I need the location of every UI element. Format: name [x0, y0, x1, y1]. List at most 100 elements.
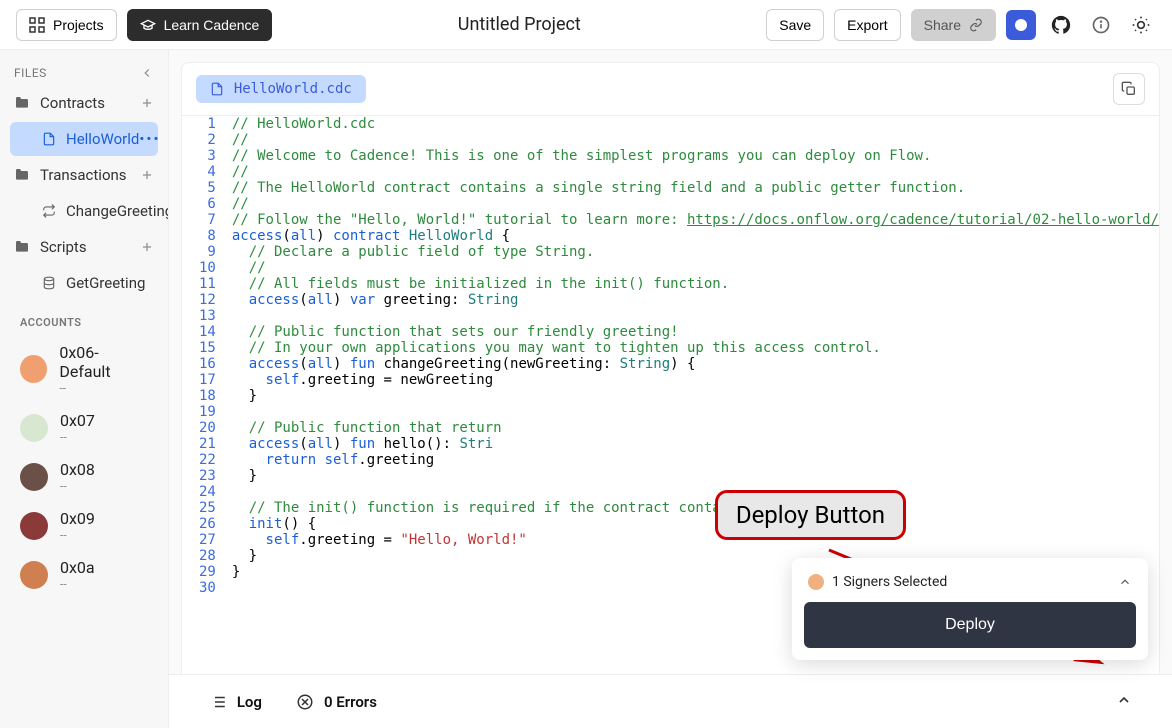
code-text: // In your own applications you may want…	[226, 340, 881, 356]
account-id: 0x0a	[60, 558, 95, 577]
code-text: access(all) fun hello(): Stri	[226, 436, 493, 452]
topbar: Projects Learn Cadence Untitled Project …	[0, 0, 1172, 50]
learn-cadence-button[interactable]: Learn Cadence	[127, 9, 273, 41]
line-number: 13	[182, 308, 226, 324]
folder-icon	[14, 95, 30, 111]
account-id: 0x09	[60, 509, 95, 528]
plus-icon[interactable]	[140, 240, 154, 254]
more-icon[interactable]: •••	[139, 130, 160, 148]
plus-icon[interactable]	[140, 96, 154, 110]
code-text: // Welcome to Cadence! This is one of th…	[226, 148, 932, 164]
line-number: 22	[182, 452, 226, 468]
line-number: 28	[182, 548, 226, 564]
graduation-cap-icon	[140, 17, 156, 33]
avatar	[20, 512, 48, 540]
code-text: //	[226, 196, 249, 212]
account-sub: --	[60, 577, 95, 591]
expand-panel[interactable]	[1116, 692, 1132, 712]
callout-annotation: Deploy Button	[715, 490, 906, 540]
line-number: 19	[182, 404, 226, 420]
github-icon[interactable]	[1046, 10, 1076, 40]
info-icon[interactable]	[1086, 10, 1116, 40]
account-row[interactable]: 0x07 --	[0, 403, 168, 452]
file-helloworld[interactable]: HelloWorld •••	[10, 122, 158, 156]
code-text: // HelloWorld.cdc	[226, 116, 375, 132]
account-sub: --	[60, 479, 95, 493]
account-row[interactable]: 0x0a --	[0, 550, 168, 599]
chevron-up-icon[interactable]	[1118, 575, 1132, 589]
line-number: 1	[182, 116, 226, 132]
code-text: init() {	[226, 516, 316, 532]
account-row[interactable]: 0x09 --	[0, 501, 168, 550]
sidebar: FILES Contracts HelloWorld ••• Transacti…	[0, 50, 169, 728]
line-number: 11	[182, 276, 226, 292]
code-text: }	[226, 388, 257, 404]
code-text	[226, 580, 232, 596]
learn-label: Learn Cadence	[164, 17, 260, 33]
export-button[interactable]: Export	[834, 9, 900, 41]
tab-helloworld[interactable]: HelloWorld.cdc	[196, 75, 366, 103]
code-text: self.greeting = "Hello, World!"	[226, 532, 527, 548]
account-sub: --	[59, 381, 147, 395]
account-id: 0x08	[60, 460, 95, 479]
deploy-button[interactable]: Deploy	[804, 602, 1136, 648]
account-id: 0x07	[60, 411, 95, 430]
line-number: 5	[182, 180, 226, 196]
files-header: FILES	[0, 60, 168, 86]
project-title: Untitled Project	[282, 14, 756, 35]
tabs-bar: HelloWorld.cdc	[181, 62, 1160, 116]
errors-tab[interactable]: 0 Errors	[296, 693, 377, 711]
swap-icon	[42, 204, 56, 218]
line-number: 12	[182, 292, 226, 308]
file-icon	[42, 132, 56, 146]
code-text: // Declare a public field of type String…	[226, 244, 594, 260]
folder-transactions[interactable]: Transactions	[0, 158, 168, 192]
line-number: 18	[182, 388, 226, 404]
deploy-panel: 1 Signers Selected Deploy	[792, 558, 1148, 660]
file-getgreeting[interactable]: GetGreeting	[10, 266, 158, 300]
line-number: 16	[182, 356, 226, 372]
share-button[interactable]: Share	[911, 9, 996, 41]
account-sub: --	[60, 430, 95, 444]
accounts-header: ACCOUNTS	[0, 302, 168, 335]
theme-toggle-icon[interactable]	[1126, 10, 1156, 40]
folder-scripts[interactable]: Scripts	[0, 230, 168, 264]
link-icon	[969, 18, 983, 32]
code-text: }	[226, 548, 257, 564]
collapse-icon[interactable]	[140, 66, 154, 80]
projects-button[interactable]: Projects	[16, 9, 117, 41]
code-text: access(all) var greeting: String	[226, 292, 519, 308]
line-number: 21	[182, 436, 226, 452]
line-number: 9	[182, 244, 226, 260]
account-row[interactable]: 0x06-Default --	[0, 335, 168, 403]
log-tab[interactable]: Log	[209, 693, 262, 711]
line-number: 4	[182, 164, 226, 180]
avatar	[20, 561, 48, 589]
line-number: 23	[182, 468, 226, 484]
line-number: 26	[182, 516, 226, 532]
avatar	[20, 463, 48, 491]
line-number: 29	[182, 564, 226, 580]
code-text: access(all) contract HelloWorld {	[226, 228, 510, 244]
database-icon	[42, 276, 56, 290]
folder-icon	[14, 239, 30, 255]
save-button[interactable]: Save	[766, 9, 824, 41]
line-number: 8	[182, 228, 226, 244]
line-number: 3	[182, 148, 226, 164]
plus-icon[interactable]	[140, 168, 154, 182]
copy-button[interactable]	[1113, 73, 1145, 105]
file-changegreeting[interactable]: ChangeGreeting	[10, 194, 158, 228]
grid-icon	[29, 17, 45, 33]
line-number: 14	[182, 324, 226, 340]
code-text: }	[226, 468, 257, 484]
account-row[interactable]: 0x08 --	[0, 452, 168, 501]
code-text: // The HelloWorld contract contains a si…	[226, 180, 965, 196]
line-number: 2	[182, 132, 226, 148]
code-text	[226, 484, 232, 500]
avatar-icon	[808, 574, 824, 590]
list-icon	[209, 693, 227, 711]
line-number: 17	[182, 372, 226, 388]
flow-logo-icon[interactable]	[1006, 10, 1036, 40]
account-id: 0x06-Default	[59, 343, 147, 381]
folder-contracts[interactable]: Contracts	[0, 86, 168, 120]
